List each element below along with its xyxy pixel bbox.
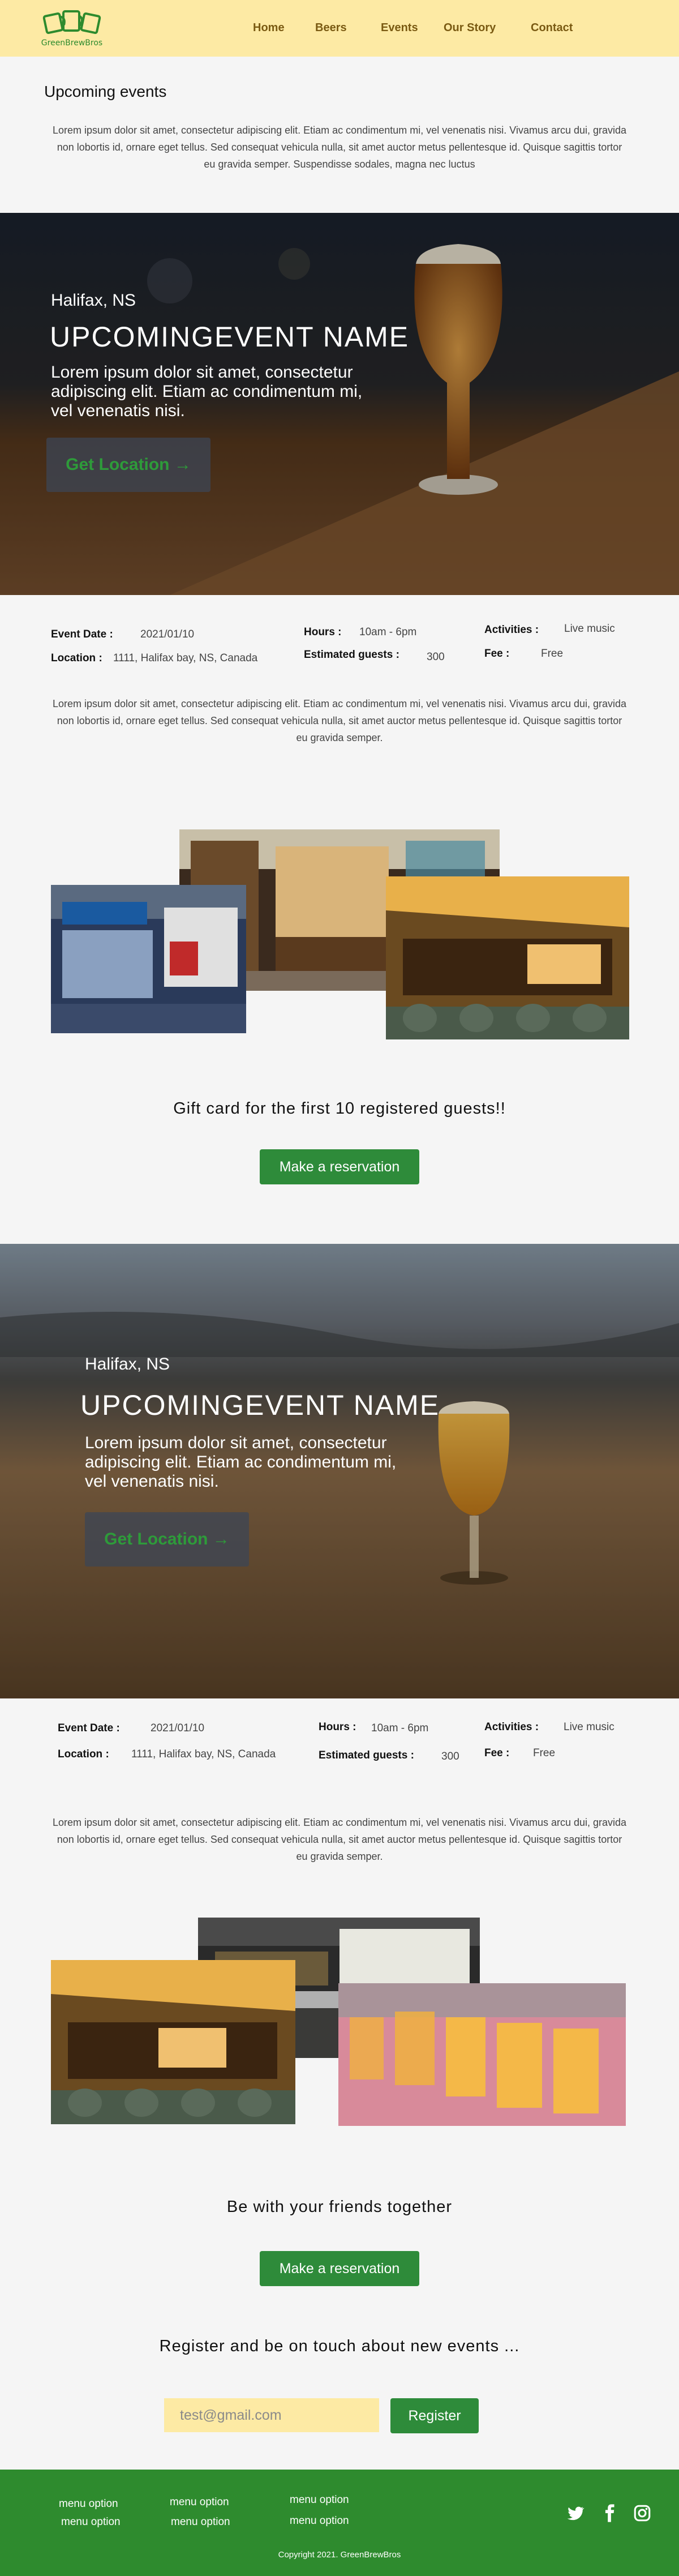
- event-city: Halifax, NS: [51, 291, 136, 310]
- email-input[interactable]: [164, 2398, 379, 2432]
- hours-label: Hours :: [304, 626, 342, 638]
- footer-menu-option[interactable]: menu option: [61, 2516, 121, 2528]
- footer-menu-option[interactable]: menu option: [59, 2498, 118, 2510]
- event-date-label: Event Date :: [51, 628, 113, 640]
- nav-beers[interactable]: Beers: [315, 22, 347, 35]
- nav-home[interactable]: Home: [253, 22, 285, 35]
- hours-label: Hours :: [319, 1721, 356, 1733]
- get-location-button[interactable]: Get Location →: [85, 1512, 249, 1567]
- logo-text: GreenBrewBros: [41, 38, 103, 48]
- friends-text: Be with your friends together: [226, 2198, 453, 2216]
- top-nav: GreenBrewBros Home Beers Events Our Stor…: [0, 0, 679, 57]
- activities-value: Live music: [564, 1721, 614, 1733]
- event-date-value: 2021/01/10: [151, 1722, 205, 1734]
- venue-photo-booth: [51, 885, 246, 1033]
- footer-menu-option[interactable]: menu option: [171, 2516, 230, 2528]
- event-date-value: 2021/01/10: [140, 628, 195, 640]
- footer-menu-option[interactable]: menu option: [170, 2496, 229, 2509]
- footer-menu-option[interactable]: menu option: [290, 2515, 349, 2527]
- event-hero-2: Halifax, NS UPCOMINGEVENT NAME Lorem ips…: [0, 1244, 679, 1698]
- event-description: Lorem ipsum dolor sit amet, consectetur …: [85, 1434, 397, 1491]
- page-title: Upcoming events: [44, 83, 167, 100]
- event-text: Lorem ipsum dolor sit amet, consectetur …: [52, 698, 627, 743]
- nav-events[interactable]: Events: [381, 22, 418, 35]
- get-location-button[interactable]: Get Location →: [46, 438, 210, 492]
- event-text: Lorem ipsum dolor sit amet, consectetur …: [52, 1817, 627, 1862]
- event-description: Lorem ipsum dolor sit amet, consectetur …: [51, 363, 363, 420]
- footer: menu option menu option menu option menu…: [0, 2470, 679, 2576]
- location-value: 1111, Halifax bay, NS, Canada: [131, 1748, 276, 1760]
- instagram-icon[interactable]: [633, 2504, 652, 2523]
- logo[interactable]: GreenBrewBros: [29, 5, 114, 53]
- facebook-icon[interactable]: [600, 2504, 619, 2523]
- register-text: Register and be on touch about new event…: [159, 2337, 520, 2355]
- beer-cups-photo: [338, 1983, 626, 2126]
- location-label: Location :: [58, 1748, 109, 1760]
- footer-menu-option[interactable]: menu option: [290, 2494, 349, 2506]
- guests-label: Estimated guests :: [304, 649, 399, 661]
- register-button[interactable]: Register: [390, 2398, 479, 2433]
- copyright-text: Copyright 2021. GreenBrewBros: [278, 2550, 401, 2560]
- activities-label: Activities :: [484, 1721, 539, 1733]
- event-hero-1: Halifax, NS UPCOMINGEVENT NAME Lorem ips…: [0, 213, 679, 595]
- fee-value: Free: [533, 1747, 556, 1759]
- event-city: Halifax, NS: [85, 1355, 170, 1373]
- nav-our-story[interactable]: Our Story: [444, 22, 496, 35]
- event-name: UPCOMINGEVENT NAME: [50, 321, 410, 353]
- activities-label: Activities :: [484, 624, 539, 636]
- twitter-icon[interactable]: [566, 2504, 585, 2523]
- gift-card-text: Gift card for the first 10 registered gu…: [173, 1099, 506, 1118]
- guests-value: 300: [441, 1751, 459, 1762]
- make-reservation-button[interactable]: Make a reservation: [260, 1149, 419, 1184]
- make-reservation-button-2[interactable]: Make a reservation: [260, 2251, 419, 2286]
- event-name: UPCOMINGEVENT NAME: [80, 1389, 440, 1421]
- fee-label: Fee :: [484, 648, 510, 660]
- fee-label: Fee :: [484, 1747, 510, 1759]
- hours-value: 10am - 6pm: [371, 1722, 429, 1734]
- fee-value: Free: [541, 648, 564, 660]
- guests-value: 300: [427, 651, 445, 663]
- venue-photo-bar: [386, 876, 629, 1039]
- intro-text: Lorem ipsum dolor sit amet, consectetur …: [52, 125, 627, 170]
- location-value: 1111, Halifax bay, NS, Canada: [113, 652, 258, 664]
- hours-value: 10am - 6pm: [359, 626, 417, 638]
- venue-photo-bar-2: [51, 1960, 295, 2124]
- location-label: Location :: [51, 652, 102, 664]
- activities-value: Live music: [564, 623, 615, 635]
- nav-contact[interactable]: Contact: [531, 22, 573, 35]
- beer-mugs-icon: [42, 10, 101, 35]
- guests-label: Estimated guests :: [319, 1749, 414, 1761]
- event-date-label: Event Date :: [58, 1722, 120, 1734]
